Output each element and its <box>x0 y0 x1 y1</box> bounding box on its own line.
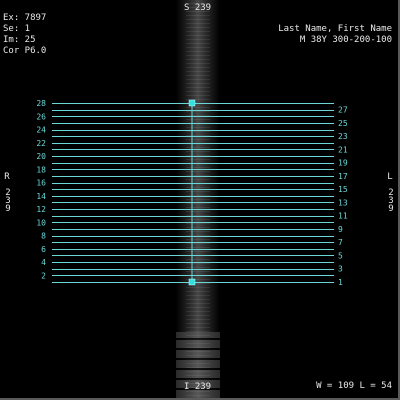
level-label: L = <box>359 381 376 391</box>
slice-label-right: 23 <box>338 132 348 141</box>
slice-label-left: 24 <box>36 126 46 135</box>
slice-label-right: 19 <box>338 159 348 168</box>
slice-prescription-overlay[interactable]: 282624222018161412108642 272523211917151… <box>0 0 400 400</box>
slice-label-left: 12 <box>36 205 46 214</box>
slice-label-right: 27 <box>338 106 348 115</box>
slice-label-left: 16 <box>36 179 46 188</box>
slice-labels-right-group: 27 25 23 21 19 17 15 13 11 9 7 5 3 1 <box>338 106 348 287</box>
slice-label-left: 26 <box>36 112 46 121</box>
slice-label-right: 17 <box>338 172 348 181</box>
slice-label-right: 11 <box>338 212 348 221</box>
top-slice-handle[interactable] <box>188 99 196 107</box>
slice-label-left: 6 <box>41 245 46 254</box>
slice-label-left: 4 <box>41 258 46 267</box>
window-value: 109 <box>337 381 355 391</box>
slice-label-left: 10 <box>36 218 46 227</box>
slice-label-left: 14 <box>36 192 46 201</box>
slice-label-right: 7 <box>338 238 343 247</box>
window-level-readout: W = 109 L = 54 <box>316 381 392 392</box>
slice-label-left: 8 <box>41 232 46 241</box>
slice-label-left: 20 <box>36 152 46 161</box>
slice-label-right: 5 <box>338 251 343 260</box>
window-label: W = <box>316 381 333 391</box>
slice-label-right: 15 <box>338 185 348 194</box>
slice-label-right: 25 <box>338 119 348 128</box>
slice-label-left: 2 <box>41 271 46 280</box>
slice-label-left: 28 <box>36 99 46 108</box>
slice-label-left: 22 <box>36 139 46 148</box>
slice-lines-group <box>52 103 334 283</box>
slice-label-right: 1 <box>338 278 343 287</box>
slice-label-right: 13 <box>338 198 348 207</box>
slice-label-left: 18 <box>36 165 46 174</box>
slice-label-right: 9 <box>338 225 343 234</box>
level-value: 54 <box>381 381 392 391</box>
bottom-slice-handle[interactable] <box>188 278 196 286</box>
slice-label-right: 3 <box>338 265 343 274</box>
image-viewport[interactable]: Ex: 7897 Se: 1 Im: 25 Cor P6.0 Last Name… <box>0 0 400 400</box>
slice-labels-left-group: 28 26 24 22 20 18 16 14 12 10 8 6 4 2 <box>36 99 46 280</box>
slice-label-right: 21 <box>338 145 348 154</box>
